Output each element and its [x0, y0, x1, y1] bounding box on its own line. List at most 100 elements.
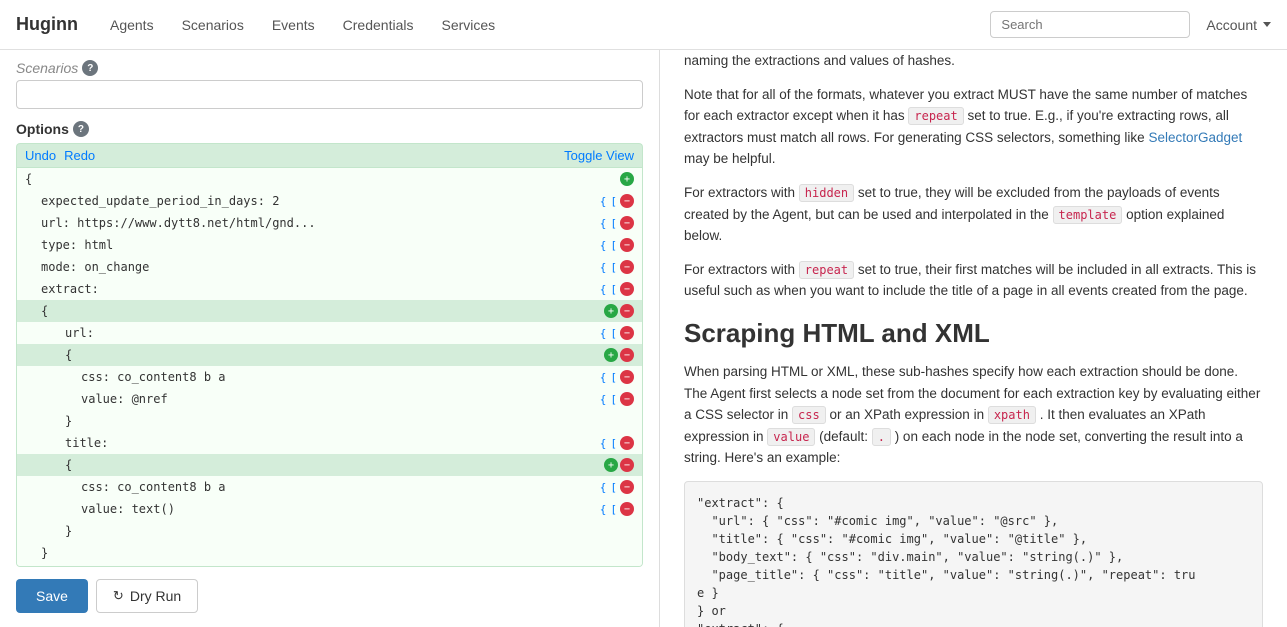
brace-icon[interactable]: [	[609, 393, 618, 406]
bracket-icon[interactable]: {	[599, 283, 608, 296]
remove-field-icon[interactable]: −	[620, 304, 634, 318]
navbar: Huginn Agents Scenarios Events Credentia…	[0, 0, 1287, 50]
brace-icon[interactable]: [	[609, 437, 618, 450]
code-line-value1: value: @nref { [ −	[17, 388, 642, 410]
brace-icon[interactable]: [	[609, 327, 618, 340]
code-line-url-close: }	[17, 410, 642, 432]
dry-run-button[interactable]: ↻ Dry Run	[96, 579, 198, 613]
brace-icon[interactable]: [	[609, 195, 618, 208]
line-icons-value2: { [ −	[599, 502, 634, 516]
line-icons-css2: { [ −	[599, 480, 634, 494]
remove-field-icon[interactable]: −	[620, 194, 634, 208]
nav-agents[interactable]: Agents	[98, 9, 166, 41]
main-layout: Scenarios ? Options ? Undo Redo Toggle V…	[0, 50, 1287, 627]
brace-icon[interactable]: [	[609, 503, 618, 516]
right-panel: naming the extractions and values of has…	[660, 50, 1287, 627]
search-input[interactable]	[990, 11, 1190, 38]
bracket-icon[interactable]: {	[599, 393, 608, 406]
remove-field-icon[interactable]: −	[620, 282, 634, 296]
scenarios-label-text: Scenarios	[16, 60, 78, 76]
nav-scenarios[interactable]: Scenarios	[170, 9, 256, 41]
add-field-icon[interactable]: +	[604, 304, 618, 318]
doc-p2: For extractors with hidden set to true, …	[684, 182, 1263, 247]
remove-field-icon[interactable]: −	[620, 326, 634, 340]
remove-field-icon[interactable]: −	[620, 260, 634, 274]
code-line-css1: css: co_content8 b a { [ −	[17, 366, 642, 388]
editor-container: Undo Redo Toggle View { + expected_updat…	[16, 143, 643, 567]
remove-field-icon[interactable]: −	[620, 480, 634, 494]
line-icons-mode: { [ −	[599, 260, 634, 274]
brace-icon[interactable]: [	[609, 217, 618, 230]
bracket-icon[interactable]: {	[599, 195, 608, 208]
brace-icon[interactable]: [	[609, 283, 618, 296]
brace-icon[interactable]: [	[609, 239, 618, 252]
scenarios-section: Scenarios ?	[16, 60, 643, 76]
bracket-icon[interactable]: {	[599, 503, 608, 516]
brand-link[interactable]: Huginn	[16, 14, 78, 35]
code-line-mode: mode: on_change { [ −	[17, 256, 642, 278]
bracket-icon[interactable]: {	[599, 371, 608, 384]
code-line-expected: expected_update_period_in_days: 2 { [ −	[17, 190, 642, 212]
options-label-text: Options	[16, 121, 69, 137]
bracket-icon[interactable]: {	[599, 437, 608, 450]
code-line-close-brace: }	[17, 564, 642, 567]
left-panel: Scenarios ? Options ? Undo Redo Toggle V…	[0, 50, 660, 627]
xpath-code: xpath	[988, 406, 1036, 424]
hidden-code: hidden	[799, 184, 854, 202]
undo-button[interactable]: Undo	[25, 148, 56, 163]
bracket-icon[interactable]: {	[599, 239, 608, 252]
add-field-icon[interactable]: +	[620, 172, 634, 186]
scenarios-help-icon[interactable]: ?	[82, 60, 98, 76]
bracket-icon[interactable]: {	[599, 217, 608, 230]
line-icons-css1: { [ −	[599, 370, 634, 384]
brace-icon[interactable]: [	[609, 261, 618, 274]
search-container	[990, 11, 1190, 38]
brace-icon[interactable]: [	[609, 371, 618, 384]
add-field-icon[interactable]: +	[604, 458, 618, 472]
selector-gadget-link[interactable]: SelectorGadget	[1148, 130, 1242, 145]
bracket-icon[interactable]: {	[599, 481, 608, 494]
save-button[interactable]: Save	[16, 579, 88, 613]
options-label: Options ?	[16, 121, 643, 137]
refresh-icon: ↻	[113, 588, 124, 604]
remove-field-icon[interactable]: −	[620, 370, 634, 384]
nav-services[interactable]: Services	[429, 9, 507, 41]
editor-toolbar: Undo Redo Toggle View	[16, 143, 643, 167]
scenarios-input[interactable]	[16, 80, 643, 109]
code-line-url: url: https://www.dytt8.net/html/gnd... {…	[17, 212, 642, 234]
line-icons-title-open: + −	[604, 458, 634, 472]
line-icons-value1: { [ −	[599, 392, 634, 406]
brace-icon[interactable]: [	[609, 481, 618, 494]
account-menu[interactable]: Account	[1206, 17, 1271, 33]
code-line-url-open: { + −	[17, 344, 642, 366]
code-block: "extract": { "url": { "css": "#comic img…	[684, 481, 1263, 627]
remove-field-icon[interactable]: −	[620, 392, 634, 406]
remove-field-icon[interactable]: −	[620, 238, 634, 252]
redo-button[interactable]: Redo	[64, 148, 95, 163]
line-icons-url2: { [ −	[599, 326, 634, 340]
dot-code: .	[872, 428, 891, 446]
code-line-extract-open: { + −	[17, 300, 642, 322]
doc-intro: naming the extractions and values of has…	[684, 50, 1263, 72]
nav-credentials[interactable]: Credentials	[331, 9, 426, 41]
account-label: Account	[1206, 17, 1257, 33]
remove-field-icon[interactable]: −	[620, 348, 634, 362]
code-line-open-brace: { +	[17, 168, 642, 190]
code-line-title-open: { + −	[17, 454, 642, 476]
editor-box[interactable]: { + expected_update_period_in_days: 2 { …	[16, 167, 643, 567]
remove-field-icon[interactable]: −	[620, 458, 634, 472]
remove-field-icon[interactable]: −	[620, 502, 634, 516]
remove-field-icon[interactable]: −	[620, 436, 634, 450]
bracket-icon[interactable]: {	[599, 327, 608, 340]
account-caret-icon	[1263, 22, 1271, 27]
toggle-view-button[interactable]: Toggle View	[564, 148, 634, 163]
options-help-icon[interactable]: ?	[73, 121, 89, 137]
remove-field-icon[interactable]: −	[620, 216, 634, 230]
line-icons-url: { [ −	[599, 216, 634, 230]
code-line-url2: url: { [ −	[17, 322, 642, 344]
value-code: value	[767, 428, 815, 446]
bracket-icon[interactable]: {	[599, 261, 608, 274]
nav-events[interactable]: Events	[260, 9, 327, 41]
add-field-icon[interactable]: +	[604, 348, 618, 362]
code-line-value2: value: text() { [ −	[17, 498, 642, 520]
